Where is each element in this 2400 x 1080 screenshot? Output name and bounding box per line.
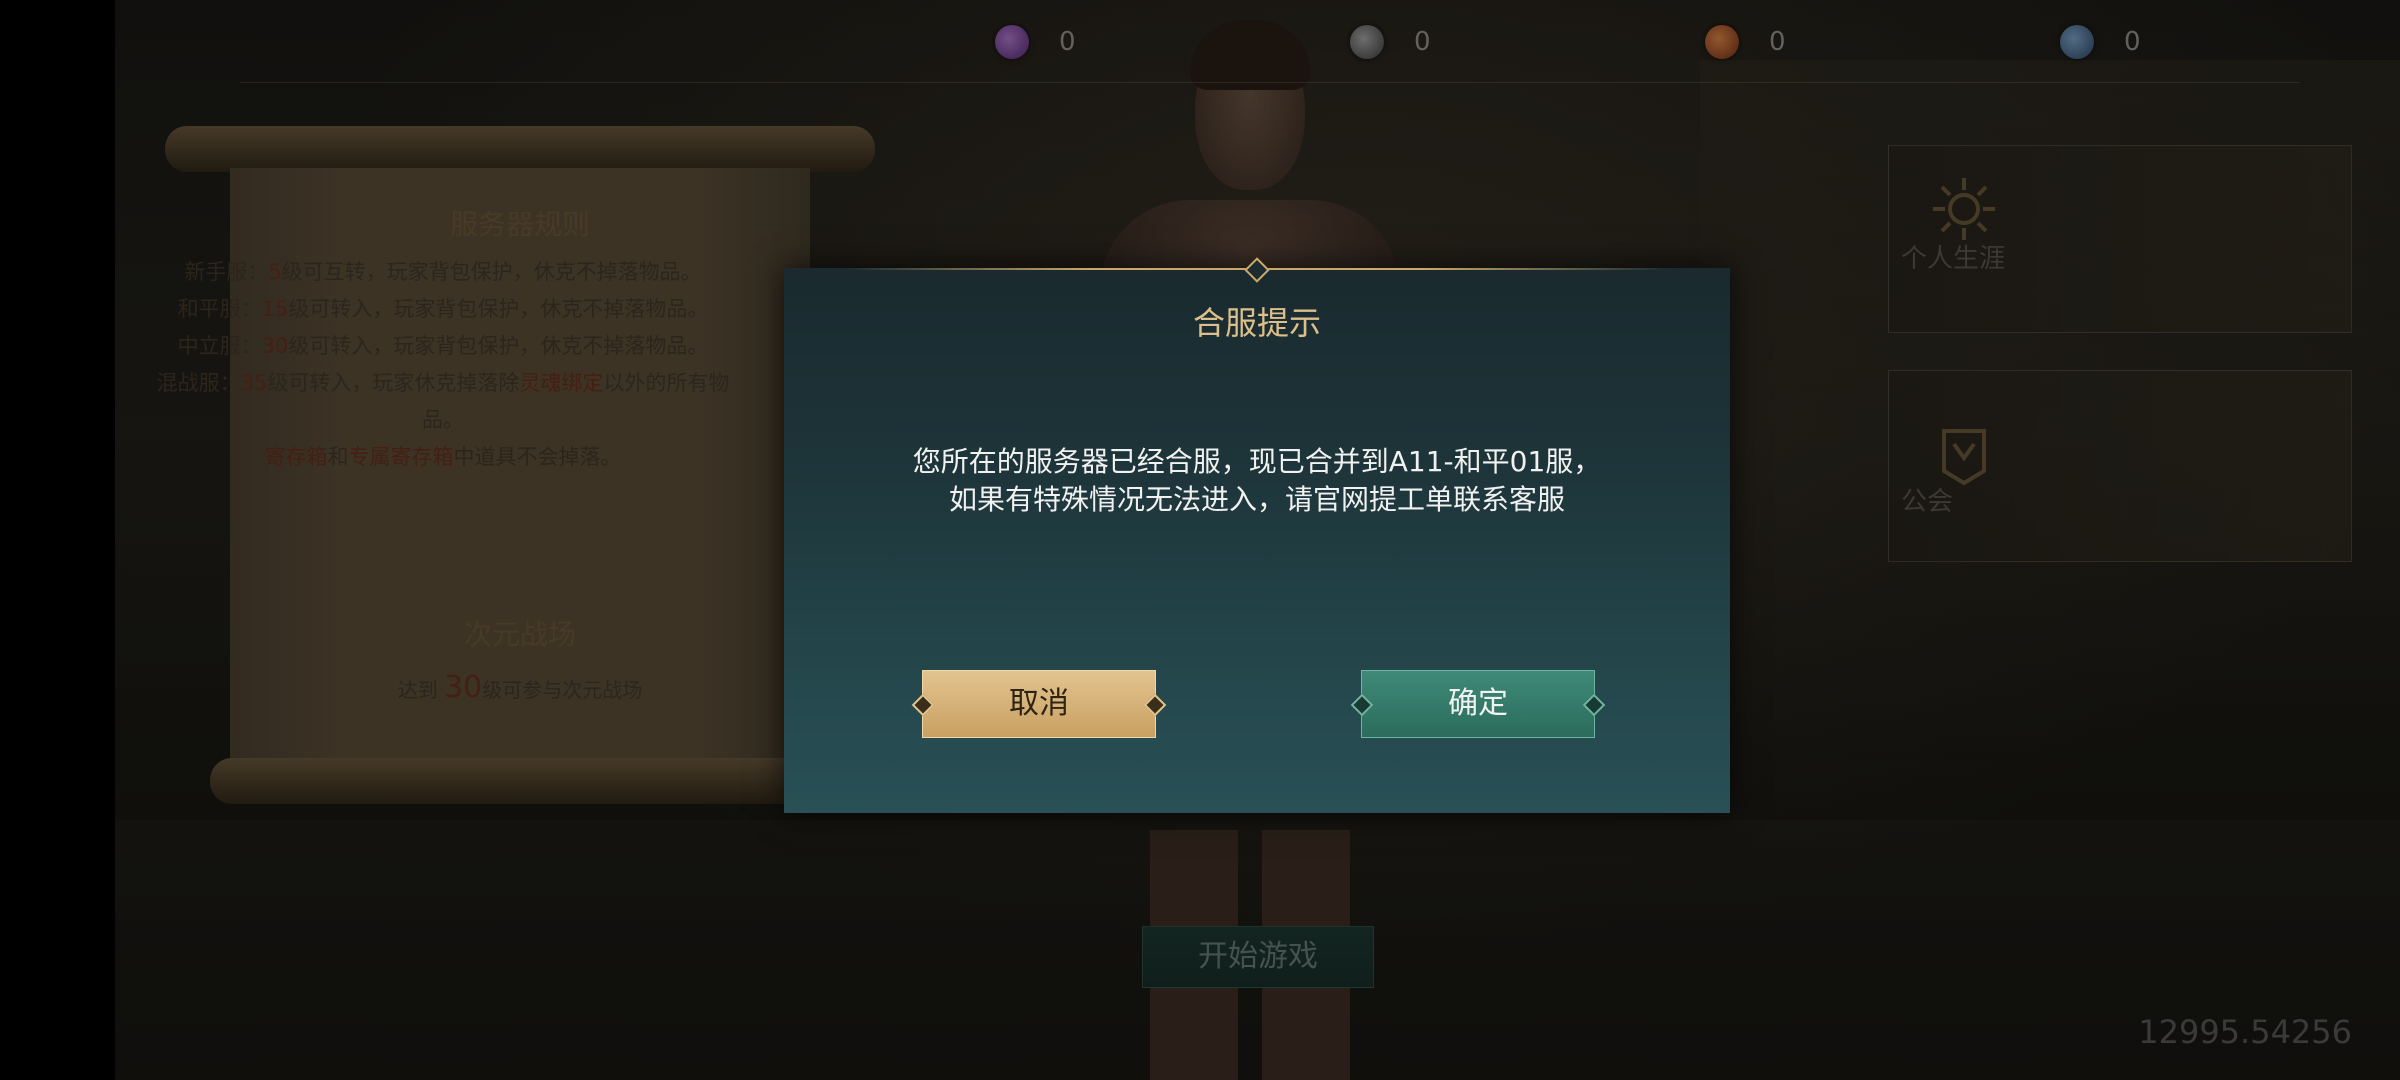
cancel-button[interactable]: 取消 xyxy=(911,670,1167,738)
button-cap-icon xyxy=(1350,693,1374,717)
dialog-message-line-2: 如果有特殊情况无法进入，请官网提工单联系客服 xyxy=(948,483,1565,516)
button-cap-icon xyxy=(911,693,935,717)
confirm-button-label: 确定 xyxy=(1448,686,1508,721)
dialog-message-line-1: 您所在的服务器已经合服，现已合并到A11-和平01服， xyxy=(912,445,1602,478)
cancel-button-label: 取消 xyxy=(1009,686,1069,721)
button-cap-icon xyxy=(1582,693,1606,717)
dialog-title: 合服提示 xyxy=(1192,304,1321,342)
server-merge-dialog: 合服提示 您所在的服务器已经合服，现已合并到A11-和平01服， 如果有特殊情况… xyxy=(784,257,1730,813)
dialog-message: 您所在的服务器已经合服，现已合并到A11-和平01服， 如果有特殊情况无法进入，… xyxy=(844,443,1670,519)
button-cap-icon xyxy=(1143,693,1167,717)
confirm-button[interactable]: 确定 xyxy=(1350,670,1606,738)
